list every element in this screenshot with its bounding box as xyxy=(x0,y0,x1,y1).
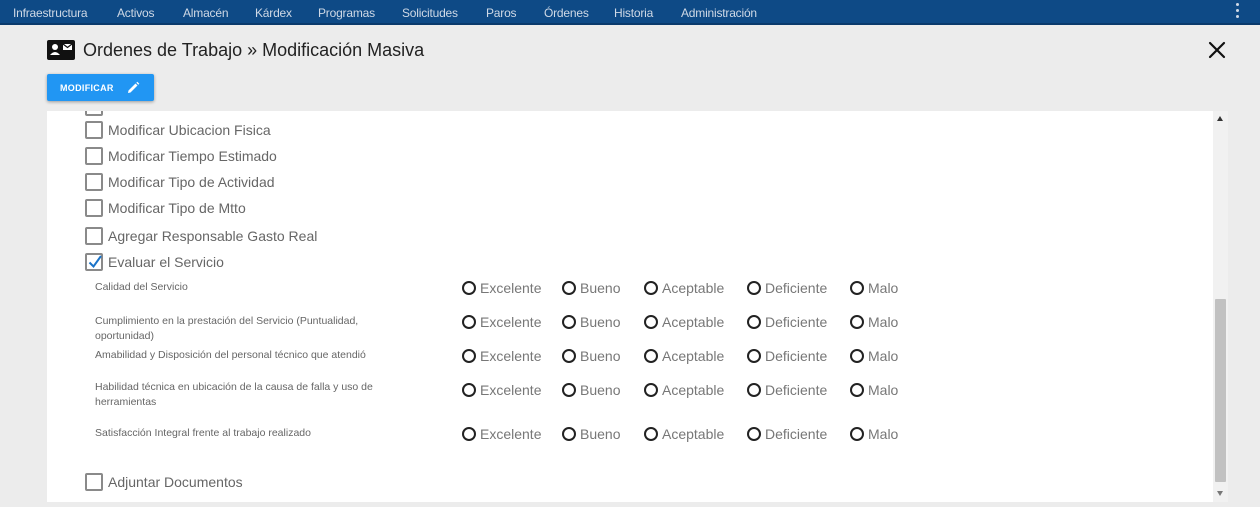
nav-item-paros[interactable]: Paros xyxy=(486,6,517,20)
radio-button[interactable] xyxy=(562,427,576,441)
rating-label: Aceptable xyxy=(662,426,725,442)
radio-button[interactable] xyxy=(462,383,476,397)
nav-item-ordenes[interactable]: Órdenes xyxy=(544,6,589,20)
question-label: Satisfacción Integral frente al trabajo … xyxy=(95,427,311,439)
rating-label: Bueno xyxy=(580,348,621,364)
checkbox[interactable] xyxy=(85,199,103,217)
rating-label: Deficiente xyxy=(765,382,828,398)
nav-item-historia[interactable]: Historia xyxy=(614,6,653,20)
form-panel: Modificar Ubicacion Fisica Modificar Tie… xyxy=(47,111,1213,502)
rating-label: Bueno xyxy=(580,314,621,330)
modify-button-label: MODIFICAR xyxy=(60,83,114,93)
rating-label: Malo xyxy=(868,280,899,296)
question-label: Habilidad técnica en ubicación de la cau… xyxy=(95,381,373,408)
rating-label: Bueno xyxy=(580,382,621,398)
nav-item-infraestructura[interactable]: Infraestructura xyxy=(13,6,88,20)
radio-button[interactable] xyxy=(747,427,761,441)
vertical-scrollbar[interactable] xyxy=(1213,111,1228,502)
rating-label: Malo xyxy=(868,426,899,442)
option-label: Modificar Tiempo Estimado xyxy=(108,148,277,164)
rating-label: Excelente xyxy=(480,280,542,296)
rating-label: Aceptable xyxy=(662,314,725,330)
rating-label: Aceptable xyxy=(662,348,725,364)
checkbox-checked[interactable] xyxy=(85,253,103,271)
radio-button[interactable] xyxy=(562,349,576,363)
nav-item-almacen[interactable]: Almacén xyxy=(183,6,228,20)
option-label: Modificar Ubicacion Fisica xyxy=(108,122,271,138)
radio-button[interactable] xyxy=(850,281,864,295)
option-label: Adjuntar Documentos xyxy=(108,474,243,490)
rating-label: Deficiente xyxy=(765,280,828,296)
nav-item-solicitudes[interactable]: Solicitudes xyxy=(402,6,458,20)
rating-label: Malo xyxy=(868,314,899,330)
rating-label: Malo xyxy=(868,382,899,398)
checkbox[interactable] xyxy=(85,147,103,165)
rating-label: Deficiente xyxy=(765,348,828,364)
pencil-icon xyxy=(128,81,140,93)
rating-label: Aceptable xyxy=(662,382,725,398)
radio-button[interactable] xyxy=(644,427,658,441)
checkbox[interactable] xyxy=(85,173,103,191)
rating-label: Excelente xyxy=(480,382,542,398)
top-nav: Infraestructura Activos Almacén Kárdex P… xyxy=(0,0,1260,25)
radio-button[interactable] xyxy=(644,383,658,397)
radio-button[interactable] xyxy=(462,315,476,329)
radio-button[interactable] xyxy=(850,315,864,329)
radio-button[interactable] xyxy=(462,281,476,295)
rating-label: Aceptable xyxy=(662,280,725,296)
rating-label: Excelente xyxy=(480,348,542,364)
rating-label: Bueno xyxy=(580,426,621,442)
radio-button[interactable] xyxy=(644,281,658,295)
scroll-up-arrow-icon[interactable] xyxy=(1217,116,1223,121)
rating-label: Bueno xyxy=(580,280,621,296)
rating-label: Excelente xyxy=(480,426,542,442)
nav-item-activos[interactable]: Activos xyxy=(117,6,154,20)
radio-button[interactable] xyxy=(462,427,476,441)
checkbox[interactable] xyxy=(85,121,103,139)
checkbox[interactable] xyxy=(85,227,103,245)
option-label: Modificar Tipo de Actividad xyxy=(108,174,275,190)
question-label: Cumplimiento en la prestación del Servic… xyxy=(95,315,359,342)
rating-label: Malo xyxy=(868,348,899,364)
radio-button[interactable] xyxy=(747,349,761,363)
more-vert-icon[interactable] xyxy=(1234,3,1240,21)
radio-button[interactable] xyxy=(644,349,658,363)
contact-card-icon xyxy=(47,40,75,60)
check-icon xyxy=(88,255,102,269)
radio-button[interactable] xyxy=(850,383,864,397)
radio-button[interactable] xyxy=(747,315,761,329)
nav-item-kardex[interactable]: Kárdex xyxy=(255,6,292,20)
rating-label: Deficiente xyxy=(765,426,828,442)
radio-button[interactable] xyxy=(644,315,658,329)
checkbox[interactable] xyxy=(85,111,103,116)
scrollbar-thumb[interactable] xyxy=(1215,299,1226,482)
radio-button[interactable] xyxy=(562,383,576,397)
nav-item-programas[interactable]: Programas xyxy=(318,6,375,20)
checkbox[interactable] xyxy=(85,473,103,491)
rating-label: Excelente xyxy=(480,314,542,330)
page-title: Ordenes de Trabajo » Modificación Masiva xyxy=(83,40,425,60)
radio-button[interactable] xyxy=(850,349,864,363)
option-label: Evaluar el Servicio xyxy=(108,254,224,270)
modify-button[interactable]: MODIFICAR xyxy=(47,74,154,101)
question-label: Calidad del Servicio xyxy=(95,281,188,293)
rating-label: Deficiente xyxy=(765,314,828,330)
radio-button[interactable] xyxy=(562,281,576,295)
radio-button[interactable] xyxy=(850,427,864,441)
scroll-down-arrow-icon[interactable] xyxy=(1217,491,1223,496)
question-label: Amabilidad y Disposición del personal té… xyxy=(95,349,366,361)
radio-button[interactable] xyxy=(562,315,576,329)
radio-button[interactable] xyxy=(747,281,761,295)
radio-button[interactable] xyxy=(462,349,476,363)
nav-item-administracion[interactable]: Administración xyxy=(681,6,757,20)
option-label: Agregar Responsable Gasto Real xyxy=(108,228,318,244)
option-label: Modificar Tipo de Mtto xyxy=(108,200,246,216)
close-icon[interactable] xyxy=(1205,38,1229,62)
radio-button[interactable] xyxy=(747,383,761,397)
